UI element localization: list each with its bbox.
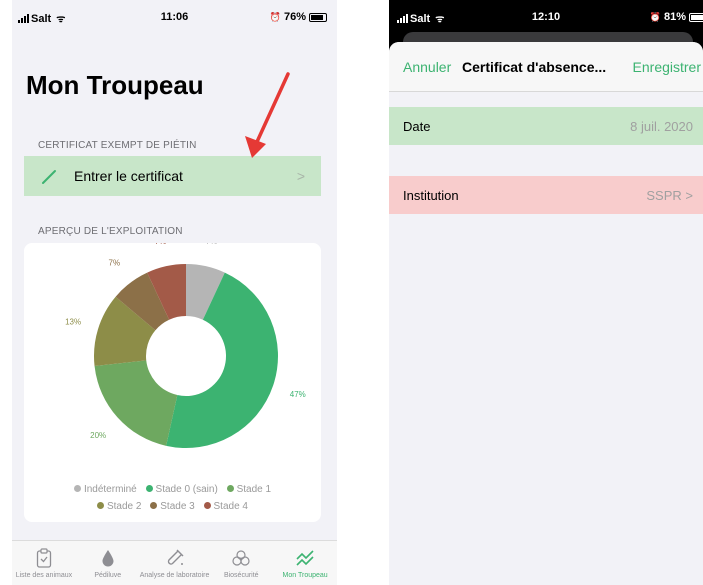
legend-label: Indéterminé — [83, 484, 137, 495]
annotation-arrow — [245, 72, 290, 158]
chart-legend-row-2: Stade 2 Stade 3 Stade 4 — [24, 501, 321, 512]
legend-item-stade-0: Stade 0 (sain) — [145, 484, 218, 495]
cert-section-header: CERTIFICAT EXEMPT DE PIÉTIN — [38, 140, 197, 151]
institution-value: SSPR > — [646, 188, 693, 203]
legend-dot — [226, 485, 234, 492]
test-tube-icon — [165, 547, 185, 569]
herd-overview-card: 7% 47% 20% 13% 7% 7% Indéterminé Stade 0 (sai… — [24, 237, 321, 522]
battery-icon — [689, 12, 703, 22]
tab-pediluve[interactable]: Pédiluve — [76, 541, 140, 585]
status-bar: Salt ᯤ 11:06 ⏰ 76% — [12, 0, 337, 36]
date-label: Date — [403, 118, 431, 134]
alarm-icon: ⏰ — [269, 11, 281, 22]
legend-label: Stade 3 — [160, 501, 195, 512]
legend-dot — [96, 502, 104, 509]
nav-title: Certificat d'absence... — [462, 59, 607, 75]
tab-biosecurite[interactable]: Biosécurité — [209, 541, 273, 585]
chart-legend-row-1: Indéterminé Stade 0 (sain) Stade 1 — [24, 484, 321, 495]
institution-value-text: SSPR — [646, 187, 682, 203]
overview-section-header: APERÇU DE L'EXPLOITATION — [38, 226, 183, 237]
tab-label: Mon Troupeau — [282, 572, 328, 579]
institution-field-row[interactable]: Institution SSPR > — [389, 176, 703, 214]
pencil-icon — [42, 170, 56, 184]
chevron-right-icon: > — [296, 168, 305, 184]
legend-dot — [203, 502, 211, 509]
battery-percent: 81% — [663, 11, 686, 23]
legend-label: Stade 4 — [213, 501, 248, 512]
certificate-sheet: Annuler Certificat d'absence... Enregist… — [389, 42, 703, 585]
donut-slice-label-3: 13% — [65, 318, 81, 327]
legend-item-indetermine: Indéterminé — [73, 484, 137, 495]
battery-icon — [309, 12, 327, 22]
alarm-icon: ⏰ — [649, 11, 661, 22]
legend-item-stade-1: Stade 1 — [226, 484, 272, 495]
battery-fill — [691, 14, 703, 20]
donut-slice-label-1: 47% — [290, 390, 306, 399]
nav-bar: Annuler Certificat d'absence... Enregist… — [389, 42, 703, 92]
donut-slice-label-2: 20% — [90, 431, 106, 440]
clipboard-check-icon — [36, 547, 52, 569]
legend-item-stade-3: Stade 3 — [150, 501, 195, 512]
phone-screen-certificate-form: Salt ᯤ 12:10 ⏰ 81% Annuler Certificat d'… — [389, 0, 703, 585]
legend-dot — [150, 502, 158, 509]
tab-bar: Liste des animaux Pédiluve Analyse de la… — [12, 540, 337, 585]
legend-label: Stade 2 — [106, 501, 142, 512]
herd-donut-chart: 7% 47% 20% 13% 7% 7% — [65, 237, 306, 448]
institution-label: Institution — [403, 187, 459, 203]
donut-slice-label-5: 7% — [155, 243, 167, 246]
date-field-row[interactable]: Date 8 juil. 2020 — [389, 107, 703, 145]
trend-chart-icon — [295, 547, 315, 569]
battery-fill — [311, 14, 323, 20]
tab-label: Analyse de laboratoire — [139, 572, 210, 579]
legend-item-stade-4: Stade 4 — [203, 501, 248, 512]
save-button[interactable]: Enregistrer — [633, 59, 701, 75]
cancel-button[interactable]: Annuler — [403, 59, 451, 75]
chevron-right-icon: > — [685, 187, 693, 203]
biohazard-icon — [231, 547, 251, 569]
battery: ⏰ 76% — [270, 11, 327, 23]
legend-dot — [73, 485, 81, 492]
donut-slice-label-0: 7% — [206, 243, 218, 246]
battery: ⏰ 81% — [650, 11, 703, 23]
tab-label: Biosécurité — [223, 572, 259, 579]
legend-item-stade-2: Stade 2 — [96, 501, 142, 512]
page-title: Mon Troupeau — [26, 70, 204, 100]
drop-icon — [101, 547, 115, 569]
battery-percent: 76% — [283, 11, 306, 23]
tab-analyse-de-laboratoire[interactable]: Analyse de laboratoire — [139, 541, 210, 585]
tab-label: Pédiluve — [94, 572, 122, 579]
enter-certificate-label: Entrer le certificat — [74, 168, 183, 184]
status-bar: Salt ᯤ 12:10 ⏰ 81% — [389, 0, 703, 36]
tab-mon-troupeau[interactable]: Mon Troupeau — [273, 541, 337, 585]
tab-label: Liste des animaux — [15, 572, 73, 579]
tab-liste-des-animaux[interactable]: Liste des animaux — [12, 541, 76, 585]
donut-slice-2 — [94, 360, 178, 446]
legend-label: Stade 1 — [236, 484, 272, 495]
legend-label: Stade 0 (sain) — [155, 484, 218, 495]
date-value: 8 juil. 2020 — [630, 118, 693, 134]
legend-dot — [145, 485, 153, 492]
donut-slice-label-4: 7% — [109, 258, 121, 267]
